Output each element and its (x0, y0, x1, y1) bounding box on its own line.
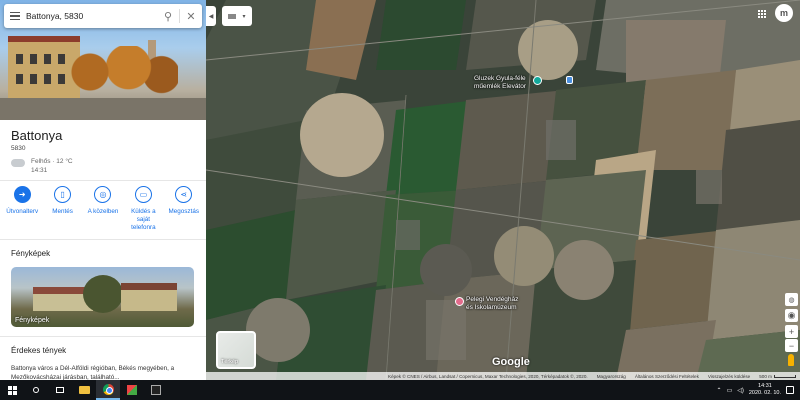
directions-icon: ➜ (13, 186, 31, 203)
location-icon[interactable]: ◉ (785, 309, 798, 322)
account-avatar[interactable]: m (775, 4, 793, 22)
folder-icon (78, 386, 90, 394)
chevron-down-icon: ▾ (242, 13, 246, 20)
network-icon[interactable]: ▭ (727, 387, 733, 394)
poi-label-elevator[interactable]: Gluzek Gyula-féle műemlék Elevátor (474, 75, 526, 91)
poi-pin-icon[interactable] (533, 76, 542, 85)
poi-pin-icon[interactable] (455, 297, 464, 306)
hero-trees (68, 46, 178, 98)
chevron-up-icon[interactable]: ⌃ (717, 387, 722, 394)
nearby-button[interactable]: ◎ A közelben (84, 186, 122, 236)
app-icon (127, 385, 137, 395)
windows-taskbar: ⌃ ▭ ◁) 14:31 2020. 02. 10. (0, 380, 800, 400)
close-icon[interactable]: ✕ (180, 4, 202, 28)
clock-time: 14:31 (758, 383, 772, 389)
cloud-icon (11, 159, 25, 167)
send-to-phone-button[interactable]: ▭ Küldés a saját telefonra (124, 186, 162, 236)
task-view-icon (56, 387, 64, 393)
place-title: Battonya (11, 128, 63, 143)
share-button[interactable]: ⋖ Megosztás (165, 186, 203, 236)
street-view-pegman-icon[interactable] (788, 354, 794, 366)
directions-button[interactable]: ➜ Útvonalterv (3, 186, 41, 236)
feedback-link[interactable]: Visszajelzés küldése (708, 374, 750, 379)
save-button[interactable]: ▯ Mentés (44, 186, 82, 236)
map-fields (206, 0, 800, 380)
bookmark-icon: ▯ (54, 186, 72, 203)
windows-logo-icon (7, 385, 17, 395)
scale-label: 500 m (759, 373, 772, 379)
satellite-map[interactable] (206, 0, 800, 380)
divider (0, 180, 206, 181)
share-icon: ⋖ (175, 186, 193, 203)
start-button[interactable] (0, 380, 24, 400)
zoom-in-button[interactable]: + (785, 325, 798, 338)
map-attribution-bar: Képek © CNES / Airbus, Landsat / Coperni… (206, 372, 800, 380)
hero-ground (0, 98, 206, 120)
phone-icon: ▭ (134, 186, 152, 203)
map-layer-switcher[interactable]: Térkép (216, 331, 256, 369)
compass-icon[interactable]: ◍ (785, 293, 798, 306)
layer-switcher-label: Térkép (221, 359, 239, 365)
google-logo: Google (492, 356, 530, 368)
place-zip: 5830 (11, 145, 26, 152)
collapse-panel-button[interactable]: ◀ (206, 6, 216, 26)
volume-icon[interactable]: ◁) (737, 387, 744, 394)
zoom-out-button[interactable]: − (785, 339, 798, 352)
traffic-layer-toggle[interactable]: ▾ (222, 6, 252, 26)
divider (0, 239, 206, 240)
task-view-button[interactable] (48, 380, 72, 400)
app-icon (151, 385, 161, 395)
taskbar-app-button[interactable] (120, 380, 144, 400)
facts-section-title: Érdekes tények (11, 346, 67, 355)
terms-link[interactable]: Általános Szerződési Feltételek (635, 374, 699, 379)
layer-square-icon (228, 13, 237, 19)
hamburger-menu-icon[interactable] (4, 4, 26, 28)
photos-tile[interactable]: Fényképek (11, 267, 194, 327)
taskbar-search-button[interactable] (24, 380, 48, 400)
weather-condition: Felhős · 12 °C (31, 158, 73, 165)
scale-bar (774, 374, 796, 378)
search-input[interactable] (26, 6, 157, 26)
screen: ◀ ▾ m Gluzek Gyula-féle műemlék Elevátor… (0, 0, 800, 400)
taskbar-clock[interactable]: 14:31 2020. 02. 10. (749, 383, 781, 397)
taskbar-app-button[interactable] (144, 380, 168, 400)
search-icon (33, 387, 39, 393)
search-icon[interactable]: ⚲ (157, 4, 179, 28)
notification-icon[interactable] (786, 386, 794, 394)
place-panel: Battonya 5830 Felhős · 12 °C 14:31 ➜ Útv… (0, 0, 206, 380)
file-explorer-button[interactable] (72, 380, 96, 400)
scale-indicator[interactable]: 500 m (759, 374, 796, 379)
poi-label-guesthouse[interactable]: Pelegi Vendégház és Iskolamúzeum (466, 296, 518, 312)
chrome-button[interactable] (96, 380, 120, 400)
system-tray: ⌃ ▭ ◁) 14:31 2020. 02. 10. (717, 383, 800, 397)
attribution-text: Képek © CNES / Airbus, Landsat / Coperni… (388, 373, 588, 379)
apps-grid-icon[interactable] (758, 10, 766, 18)
chrome-icon (102, 383, 114, 395)
weather-info: Felhős · 12 °C 14:31 (11, 157, 73, 175)
nearby-icon: ◎ (94, 186, 112, 203)
transit-pin-icon[interactable] (566, 76, 573, 84)
facts-text: Battonya város a Dél-Alföldi régióban, B… (11, 365, 175, 380)
search-box[interactable]: ⚲ ✕ (4, 4, 202, 28)
divider (0, 336, 206, 337)
country-link[interactable]: Magyarország (597, 374, 626, 379)
weather-time: 14:31 (31, 167, 48, 174)
photos-section-title: Fényképek (11, 249, 51, 258)
place-actions: ➜ Útvonalterv ▯ Mentés ◎ A közelben ▭ Kü… (0, 186, 206, 236)
photos-tile-label: Fényképek (15, 317, 50, 324)
clock-date: 2020. 02. 10. (748, 390, 781, 396)
